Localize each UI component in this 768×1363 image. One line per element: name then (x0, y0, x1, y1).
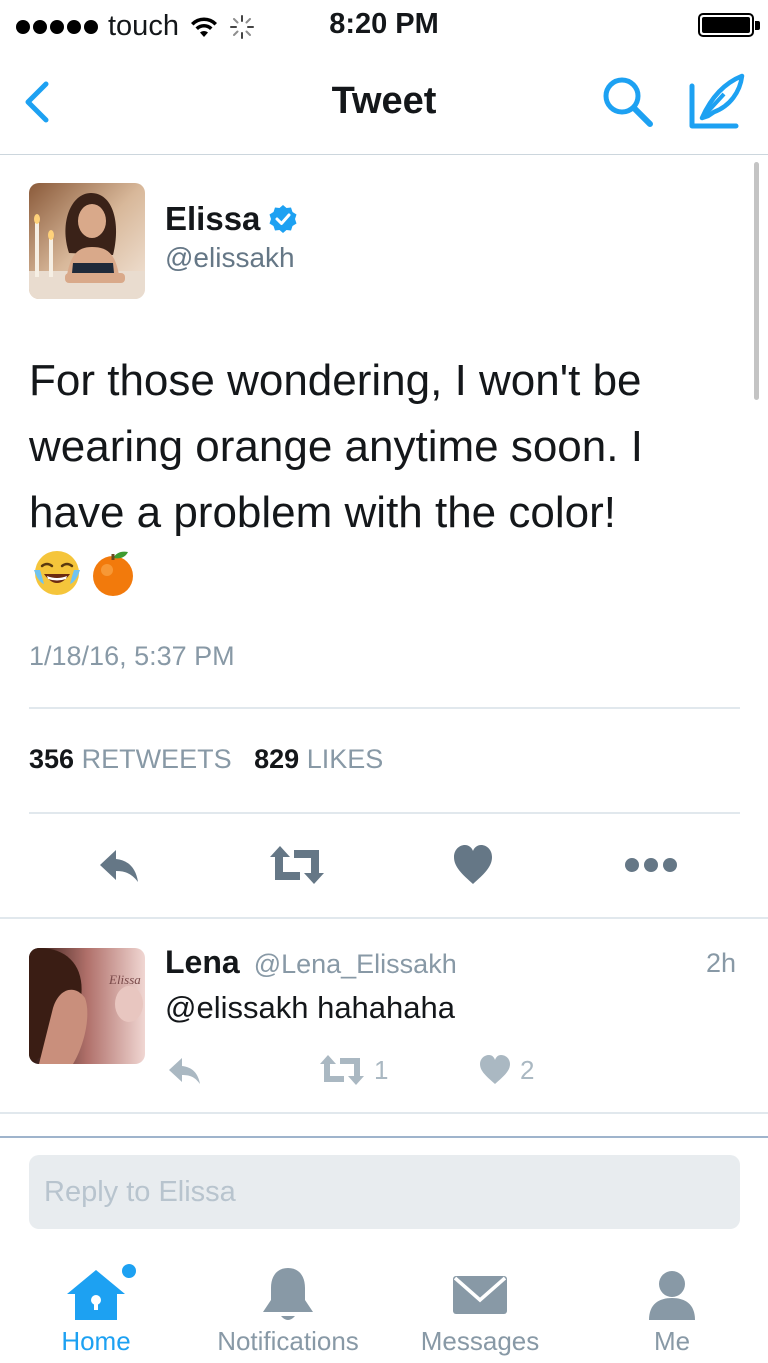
tab-me[interactable]: Me (576, 1248, 768, 1363)
retweets-label: RETWEETS (81, 744, 232, 774)
likes-count: 829 (254, 744, 300, 774)
tangerine-icon (93, 551, 133, 596)
tab-messages[interactable]: Messages (384, 1248, 576, 1363)
avatar-lena-image: Elissa (29, 948, 145, 1064)
more-options-icon[interactable] (624, 840, 678, 890)
author-name[interactable]: Elissa (165, 200, 298, 238)
reply-like-button[interactable]: 2 (478, 1052, 534, 1088)
tab-label: Home (61, 1326, 131, 1356)
tab-home[interactable]: Home (0, 1248, 192, 1363)
reply-retweet-count: 1 (374, 1054, 389, 1085)
person-icon (649, 1271, 695, 1320)
likes-label: LIKES (306, 744, 384, 774)
new-content-dot (122, 1264, 136, 1278)
scrollbar[interactable] (754, 162, 759, 400)
avatar[interactable] (29, 183, 145, 299)
tab-label: Notifications (217, 1326, 359, 1356)
nav-bar: Tweet (0, 52, 768, 155)
face-with-tears-of-joy-icon (34, 551, 80, 595)
like-heart-icon[interactable] (452, 840, 494, 890)
divider (29, 812, 740, 814)
retweet-icon[interactable] (268, 840, 326, 890)
reply-author-handle[interactable]: @Lena_Elissakh (254, 949, 457, 980)
envelope-icon (453, 1276, 507, 1314)
engagement-stats: 356 RETWEETS 829 LIKES (29, 744, 383, 775)
compose-icon[interactable] (684, 70, 748, 134)
tweet-timestamp: 1/18/16, 5:37 PM (29, 641, 235, 671)
bell-icon (263, 1268, 313, 1320)
tab-label: Me (653, 1326, 691, 1356)
tab-notifications[interactable]: Notifications (192, 1248, 384, 1363)
reply-input[interactable] (29, 1155, 740, 1229)
author-handle[interactable]: @elissakh (165, 242, 295, 274)
reply-header: Lena @Lena_Elissakh (165, 944, 457, 981)
tweet-text: For those wondering, I won't be wearing … (29, 356, 643, 537)
divider (0, 1136, 768, 1138)
reply-reply-button[interactable] (166, 1052, 204, 1088)
divider (0, 917, 768, 919)
retweet-icon (320, 1055, 364, 1085)
reply-icon[interactable] (96, 840, 142, 890)
reply-text: @elissakh hahahaha (165, 990, 456, 1025)
retweets-count: 356 (29, 744, 75, 774)
home-icon (67, 1270, 125, 1320)
reply-icon (169, 1058, 200, 1084)
reply-like-count: 2 (520, 1054, 535, 1085)
verified-badge-icon (269, 205, 297, 233)
divider (0, 1112, 768, 1114)
status-bar: touch 8:20 PM (0, 0, 768, 52)
avatar-elissa-image (29, 183, 145, 299)
retweets-stat[interactable]: 356 RETWEETS (29, 744, 239, 774)
avatar[interactable]: Elissa (29, 948, 145, 1064)
divider (29, 707, 740, 709)
tab-bar: Home Notifications Messages Me (0, 1248, 768, 1363)
reply-author-name[interactable]: Lena (165, 944, 240, 981)
battery-icon (698, 13, 754, 37)
search-icon[interactable] (598, 72, 658, 132)
likes-stat[interactable]: 829 LIKES (254, 744, 383, 774)
reply-retweet-button[interactable]: 1 (318, 1052, 388, 1088)
tab-label: Messages (420, 1326, 540, 1356)
like-heart-icon (480, 1055, 510, 1084)
reply-timestamp: 2h (705, 948, 736, 978)
status-time: 8:20 PM (329, 8, 439, 40)
svg-text:Elissa: Elissa (108, 972, 141, 987)
emoji-row (32, 548, 138, 598)
